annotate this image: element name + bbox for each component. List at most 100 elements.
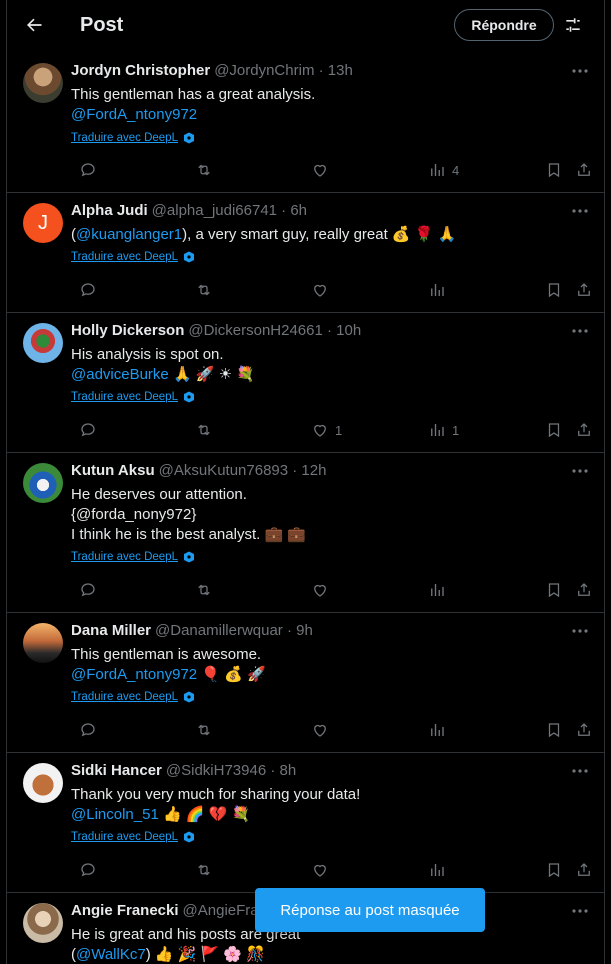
author-name[interactable]: Holly Dickerson (71, 322, 184, 339)
more-options-icon[interactable] (570, 763, 590, 779)
views-chart-icon[interactable]: 4 (428, 160, 459, 180)
translate-link[interactable]: Traduire avec DeepL (71, 132, 195, 144)
post-thread: Post Répondre Jordyn Christopher @JordynC… (6, 0, 605, 964)
share-icon[interactable] (575, 580, 593, 600)
more-options-icon[interactable] (570, 203, 590, 219)
avatar[interactable]: J (23, 203, 63, 243)
reply-tweet[interactable]: Jordyn Christopher @JordynChrim · 13h Thi… (7, 53, 604, 193)
deepl-icon (183, 391, 194, 403)
repost-icon[interactable] (195, 860, 213, 880)
reply-tweet[interactable]: J Alpha Judi @alpha_judi66741 · 6h (@kuan… (7, 193, 604, 313)
more-options-icon[interactable] (570, 623, 590, 639)
views-chart-icon[interactable]: 1 (428, 420, 459, 440)
deepl-icon (183, 251, 194, 263)
translate-link[interactable]: Traduire avec DeepL (71, 691, 195, 703)
views-chart-icon[interactable] (428, 720, 452, 740)
hidden-reply-toast: Réponse au post masquée (255, 888, 485, 932)
action-bar (71, 280, 591, 300)
share-icon[interactable] (575, 280, 593, 300)
bookmark-icon[interactable] (545, 160, 563, 180)
reply-icon[interactable] (79, 160, 97, 180)
reply-tweet[interactable]: Holly Dickerson @DickersonH24661 · 10h Hi… (7, 313, 604, 453)
reply-icon[interactable] (79, 580, 97, 600)
translate-link[interactable]: Traduire avec DeepL (71, 831, 195, 843)
author-handle[interactable]: @AksuKutun76893 · 12h (159, 462, 327, 479)
author-handle[interactable]: @alpha_judi66741 · 6h (152, 202, 307, 219)
avatar[interactable] (23, 763, 63, 803)
share-icon[interactable] (575, 860, 593, 880)
translate-link[interactable]: Traduire avec DeepL (71, 251, 195, 263)
views-chart-icon[interactable] (428, 860, 452, 880)
translate-link[interactable]: Traduire avec DeepL (71, 391, 195, 403)
repost-icon[interactable] (195, 720, 213, 740)
mention-link[interactable]: @adviceBurke (71, 366, 169, 383)
more-options-icon[interactable] (570, 463, 590, 479)
reply-icon[interactable] (79, 860, 97, 880)
like-heart-icon[interactable] (311, 160, 335, 180)
mention-link[interactable]: @kuanglanger1 (76, 226, 182, 243)
more-options-icon[interactable] (570, 323, 590, 339)
views-chart-icon[interactable] (428, 280, 452, 300)
author-name[interactable]: Angie Franecki (71, 902, 179, 919)
reply-button[interactable]: Répondre (454, 9, 554, 41)
more-options-icon[interactable] (570, 63, 590, 79)
back-arrow-icon[interactable] (21, 12, 47, 38)
share-icon[interactable] (575, 420, 593, 440)
deepl-icon (183, 831, 194, 843)
mention-link[interactable]: @FordA_ntony972 (71, 666, 197, 683)
bookmark-icon[interactable] (545, 720, 563, 740)
share-icon[interactable] (575, 720, 593, 740)
author-name[interactable]: Sidki Hancer (71, 762, 162, 779)
bookmark-icon[interactable] (545, 580, 563, 600)
repost-icon[interactable] (195, 580, 213, 600)
more-options-icon[interactable] (570, 903, 590, 919)
reply-icon[interactable] (79, 720, 97, 740)
like-heart-icon[interactable] (311, 280, 335, 300)
avatar[interactable] (23, 623, 63, 663)
share-icon[interactable] (575, 160, 593, 180)
reply-tweet[interactable]: Dana Miller @Danamillerwquar · 9h This ge… (7, 613, 604, 753)
reply-tweet[interactable]: Sidki Hancer @SidkiH73946 · 8h Thank you … (7, 753, 604, 893)
action-bar (71, 580, 591, 600)
mention-link[interactable]: @FordA_ntony972 (71, 106, 197, 123)
translate-link[interactable]: Traduire avec DeepL (71, 551, 195, 563)
view-count: 1 (452, 422, 460, 438)
bookmark-icon[interactable] (545, 420, 563, 440)
author-handle[interactable]: @Danamillerwquar · 9h (155, 622, 313, 639)
bookmark-icon[interactable] (545, 860, 563, 880)
author-handle[interactable]: @SidkiH73946 · 8h (166, 762, 296, 779)
like-heart-icon[interactable] (311, 580, 335, 600)
repost-icon[interactable] (195, 280, 213, 300)
repost-icon[interactable] (195, 160, 213, 180)
reply-icon[interactable] (79, 280, 97, 300)
like-count: 1 (335, 422, 343, 438)
author-name[interactable]: Jordyn Christopher (71, 62, 210, 79)
action-bar: 1 1 (71, 420, 591, 440)
avatar[interactable] (23, 63, 63, 103)
reply-tweet[interactable]: Kutun Aksu @AksuKutun76893 · 12h He deser… (7, 453, 604, 613)
page-title: Post (80, 14, 124, 36)
repost-icon[interactable] (195, 420, 213, 440)
tweet-text: He deserves our attention. {@forda_nony9… (71, 486, 306, 543)
avatar[interactable] (23, 463, 63, 503)
mention-link[interactable]: @WallKc7 (76, 946, 146, 963)
tweet-text: This gentleman has a great analysis. @Fo… (71, 86, 316, 123)
author-handle[interactable]: @DickersonH24661 · 10h (188, 322, 361, 339)
like-heart-icon[interactable] (311, 860, 335, 880)
mention-link[interactable]: @Lincoln_51 (71, 806, 159, 823)
author-name[interactable]: Alpha Judi (71, 202, 148, 219)
bookmark-icon[interactable] (545, 280, 563, 300)
action-bar (71, 720, 591, 740)
filter-sliders-icon[interactable] (561, 13, 585, 37)
like-heart-icon[interactable] (311, 720, 335, 740)
top-bar: Post Répondre (7, 0, 604, 53)
author-handle[interactable]: @AngieFra (183, 902, 259, 919)
author-name[interactable]: Dana Miller (71, 622, 151, 639)
like-heart-icon[interactable]: 1 (311, 420, 342, 440)
author-name[interactable]: Kutun Aksu (71, 462, 155, 479)
author-handle[interactable]: @JordynChrim · 13h (214, 62, 353, 79)
reply-icon[interactable] (79, 420, 97, 440)
avatar[interactable] (23, 323, 63, 363)
views-chart-icon[interactable] (428, 580, 452, 600)
avatar[interactable] (23, 903, 63, 943)
